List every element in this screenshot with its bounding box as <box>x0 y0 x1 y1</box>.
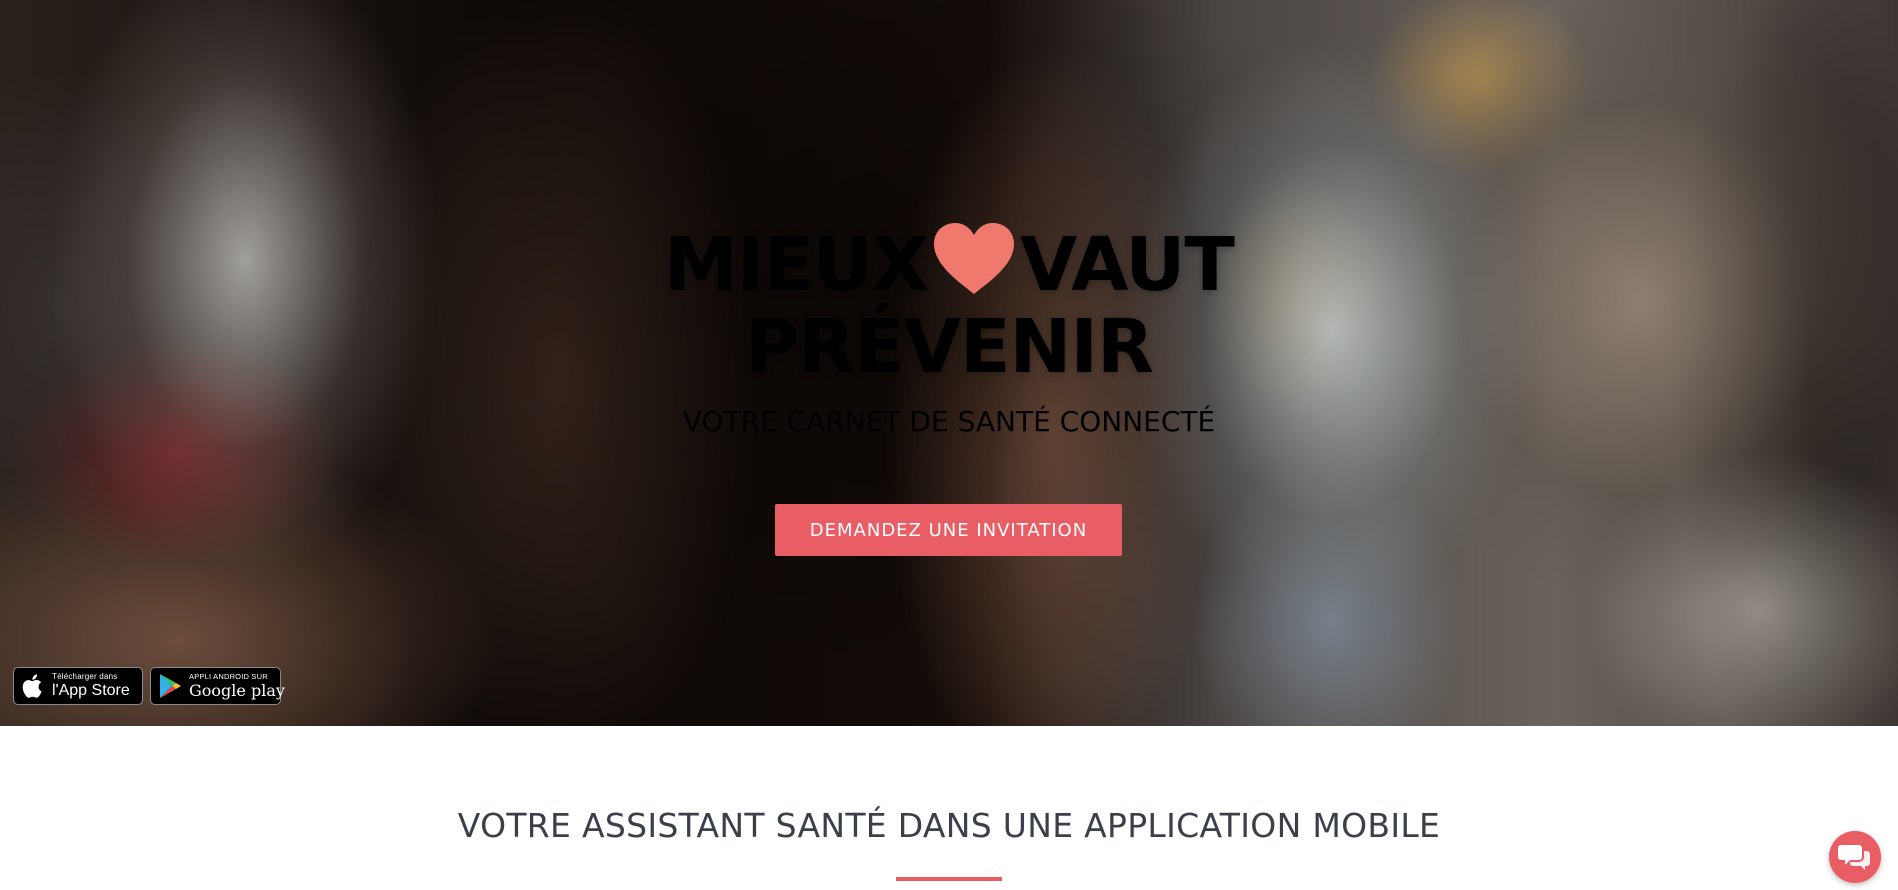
app-store-small-label: Télécharger dans <box>52 672 118 681</box>
hero-headline: MIEUX VAUT PRÉVENIR <box>0 222 1898 388</box>
app-store-label: l'App Store <box>52 682 130 699</box>
chat-icon <box>1838 845 1870 870</box>
landing-page: MIEUX VAUT PRÉVENIR VOTRE CARNET DE SANTÉ… <box>0 0 1898 890</box>
google-play-icon <box>160 674 181 698</box>
hero-section: MIEUX VAUT PRÉVENIR VOTRE CARNET DE SANTÉ… <box>0 0 1898 726</box>
heart-icon <box>934 223 1015 294</box>
headline-line-1: MIEUX VAUT <box>0 222 1898 306</box>
headline-word-mieux: MIEUX <box>664 222 929 308</box>
google-play-small-label: APPLI ANDROID SUR <box>189 672 268 682</box>
request-invitation-button[interactable]: DEMANDEZ UNE INVITATION <box>775 504 1122 556</box>
apple-icon <box>22 674 42 698</box>
headline-line-2: PRÉVENIR <box>744 304 1154 390</box>
google-play-label: Google play <box>189 680 285 700</box>
chat-button[interactable] <box>1829 831 1881 883</box>
section-divider <box>896 877 1002 881</box>
headline-word-vaut: VAUT <box>1020 222 1235 308</box>
section-title: VOTRE ASSISTANT SANTÉ DANS UNE APPLICATI… <box>457 806 1441 845</box>
google-play-badge[interactable]: APPLI ANDROID SUR Google play <box>150 667 285 705</box>
app-store-badge[interactable]: Télécharger dans l'App Store <box>13 667 143 705</box>
hero-subtitle: VOTRE CARNET DE SANTÉ CONNECTÉ <box>682 405 1216 438</box>
